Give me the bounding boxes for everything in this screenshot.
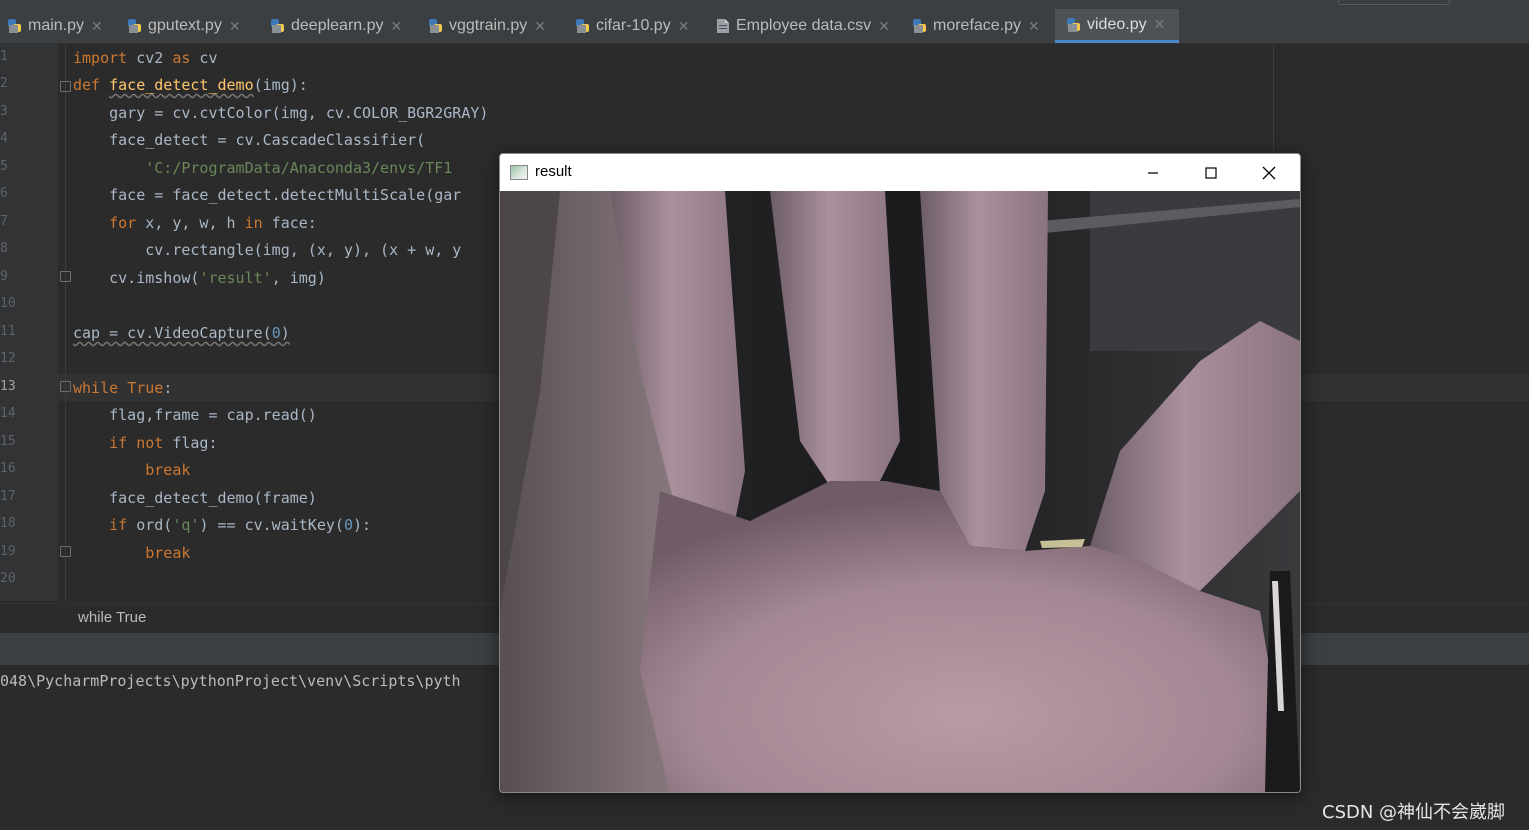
code-line: while True:: [73, 379, 173, 397]
python-file-icon: [911, 17, 929, 35]
code-line: cv.rectangle(img, (x, y), (x + w, y: [73, 241, 462, 259]
tab-label: Employee data.csv: [736, 17, 872, 34]
window-top-strip: [0, 0, 1529, 9]
maximize-icon: [1205, 166, 1217, 179]
csv-file-icon: [714, 17, 732, 35]
line-number: 17: [0, 489, 16, 504]
line-number: 7: [0, 214, 8, 229]
tab-deeplearn-py[interactable]: deeplearn.py ✕: [269, 9, 402, 43]
tab-label: gputext.py: [148, 17, 222, 34]
code-line: face_detect_demo(frame): [73, 489, 317, 507]
close-icon[interactable]: ✕: [678, 18, 690, 35]
code-line: gary = cv.cvtColor(img, cv.COLOR_BGR2GRA…: [73, 104, 489, 122]
close-button[interactable]: [1240, 154, 1298, 191]
code-line: for x, y, w, h in face:: [109, 214, 317, 232]
code-line: break: [145, 544, 191, 562]
csdn-watermark: CSDN @神仙不会崴脚: [1322, 802, 1506, 823]
tab-main-py[interactable]: main.py ✕: [6, 9, 103, 43]
code-line: if not flag:: [109, 434, 218, 452]
close-icon[interactable]: ✕: [1028, 18, 1040, 35]
code-line: cap = cv.VideoCapture(0): [73, 324, 290, 342]
tab-label: video.py: [1087, 15, 1147, 33]
line-number: 20: [0, 571, 16, 586]
webcam-frame-open-hand-icon: [500, 191, 1300, 792]
python-file-icon: [126, 17, 144, 35]
console-output-line: 048\PycharmProjects\pythonProject\venv\S…: [0, 672, 461, 690]
python-file-icon: [6, 17, 24, 35]
tab-video-py[interactable]: video.py ✕: [1055, 9, 1179, 43]
line-number: 12: [0, 351, 16, 366]
python-file-icon: [269, 17, 287, 35]
line-number-current: 13: [0, 379, 16, 394]
line-number: 9: [0, 269, 8, 284]
tab-gputext-py[interactable]: gputext.py ✕: [126, 9, 241, 43]
tab-cifar-10-py[interactable]: cifar-10.py ✕: [574, 9, 689, 43]
tab-moreface-py[interactable]: moreface.py ✕: [911, 9, 1040, 43]
line-number: 5: [0, 159, 8, 174]
python-file-icon: [574, 17, 592, 35]
close-icon[interactable]: ✕: [534, 18, 546, 35]
line-number: 19: [0, 544, 16, 559]
tab-label: main.py: [28, 17, 85, 34]
close-icon: [1262, 166, 1276, 179]
python-file-icon: [1065, 16, 1083, 34]
maximize-button[interactable]: [1182, 154, 1240, 191]
line-number: 6: [0, 186, 8, 201]
line-number: 8: [0, 241, 8, 256]
minimize-button[interactable]: [1124, 154, 1182, 191]
editor-tab-bar: main.py ✕ gputext.py ✕ deeplearn.py ✕ vggtr…: [0, 9, 1529, 44]
close-icon[interactable]: ✕: [229, 18, 241, 35]
code-line: break: [145, 461, 191, 479]
line-number: 2: [0, 76, 8, 91]
tab-employee-data-csv[interactable]: Employee data.csv ✕: [714, 9, 890, 43]
line-number: 11: [0, 324, 16, 339]
code-line: flag,frame = cap.read(): [73, 406, 317, 424]
code-line: face_detect = cv.CascadeClassifier(: [73, 131, 426, 149]
line-number: 4: [0, 131, 8, 146]
line-number: 10: [0, 296, 16, 311]
code-line: 'C:/ProgramData/Anaconda3/envs/TF1: [145, 159, 453, 177]
line-number: 18: [0, 516, 16, 531]
close-icon[interactable]: ✕: [91, 18, 103, 35]
code-line: if ord('q') == cv.waitKey(0):: [109, 516, 372, 534]
python-file-icon: [427, 17, 445, 35]
code-line: face = face_detect.detectMultiScale(gar: [73, 186, 462, 204]
line-number: 15: [0, 434, 16, 449]
tab-label: cifar-10.py: [596, 17, 671, 34]
tab-label: deeplearn.py: [291, 17, 384, 34]
result-window-titlebar[interactable]: result: [500, 154, 1300, 191]
app-window-icon: [510, 165, 528, 180]
tab-vggtrain-py[interactable]: vggtrain.py ✕: [427, 9, 546, 43]
close-icon[interactable]: ✕: [878, 18, 890, 35]
title-tab-handle: [1338, 0, 1450, 5]
tab-label: vggtrain.py: [449, 17, 528, 34]
close-icon[interactable]: ✕: [1154, 16, 1166, 33]
line-number: 16: [0, 461, 16, 476]
code-line: cv.imshow('result', img): [73, 269, 326, 287]
code-line: def face_detect_demo(img):: [73, 76, 308, 94]
result-window[interactable]: result: [499, 153, 1301, 793]
result-window-title: result: [535, 163, 572, 180]
line-number: 1: [0, 49, 8, 64]
tab-label: moreface.py: [933, 17, 1022, 34]
line-number: 14: [0, 406, 16, 421]
breadcrumb-label[interactable]: while True: [78, 609, 146, 626]
line-number: 3: [0, 104, 8, 119]
close-icon[interactable]: ✕: [391, 18, 403, 35]
minimize-icon: [1148, 171, 1158, 174]
code-line: import cv2 as cv: [73, 49, 218, 67]
